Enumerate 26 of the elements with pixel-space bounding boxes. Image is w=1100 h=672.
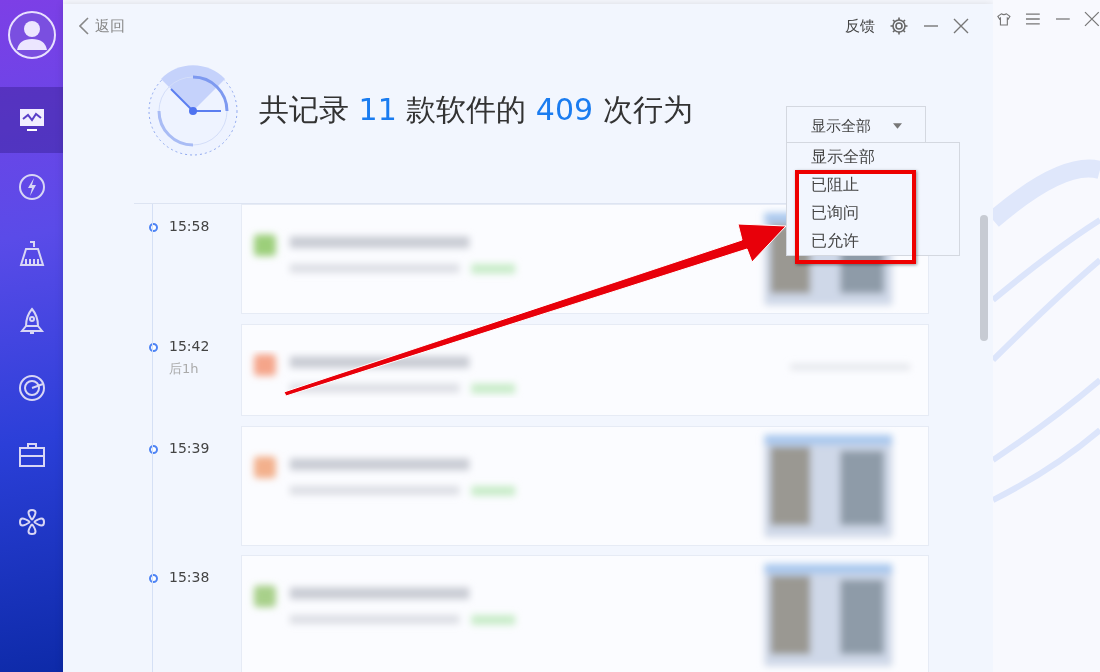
close-icon[interactable]	[953, 18, 969, 34]
filter-option[interactable]: 显示全部	[787, 143, 959, 171]
monitor-icon[interactable]	[0, 87, 63, 153]
caret-icon	[892, 123, 902, 129]
avatar-icon[interactable]	[6, 10, 57, 60]
filter-option[interactable]: 已阻止	[787, 171, 959, 199]
scrollbar-thumb[interactable]	[980, 215, 988, 341]
timeline-dot	[149, 223, 158, 232]
feedback-link[interactable]: 反馈	[845, 16, 875, 36]
entry-time: 15:39	[169, 440, 210, 456]
shirt-icon[interactable]	[997, 12, 1011, 26]
timeline-dot	[149, 343, 158, 352]
entry-time: 15:42	[169, 338, 210, 354]
entry-time: 15:38	[169, 569, 210, 585]
timeline-dot	[149, 445, 158, 454]
close-icon[interactable]	[1084, 11, 1100, 27]
filter-option[interactable]: 已允许	[787, 227, 959, 255]
clock-radar-icon	[147, 64, 239, 157]
timeline-dot	[149, 574, 158, 583]
entry-time: 15:58	[169, 218, 210, 234]
menu-icon[interactable]	[1024, 11, 1041, 27]
back-icon	[79, 17, 89, 35]
settings-icon[interactable]	[889, 16, 909, 36]
summary-title: 共记录 11 款软件的 409 次行为	[259, 91, 693, 129]
filter-option[interactable]: 已询问	[787, 199, 959, 227]
entry-note: 后1h	[169, 360, 200, 378]
